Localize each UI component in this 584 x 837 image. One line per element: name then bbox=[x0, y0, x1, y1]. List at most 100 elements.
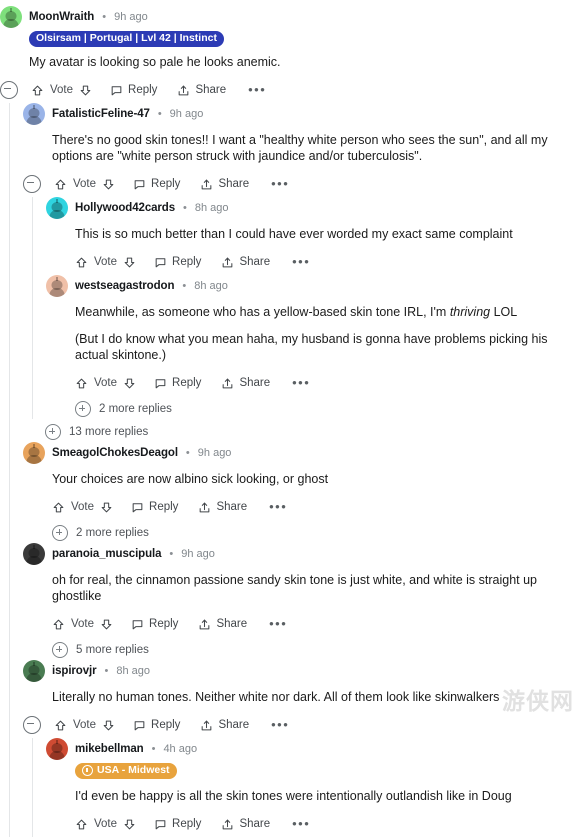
vote-label[interactable]: Vote bbox=[94, 377, 117, 389]
downvote-icon[interactable] bbox=[123, 377, 136, 390]
comment-actions: Vote Reply Share ••• bbox=[23, 712, 584, 738]
user-flair-label: USA - Midwest bbox=[97, 764, 170, 776]
vote-group: Vote bbox=[75, 818, 136, 831]
avatar[interactable] bbox=[23, 442, 45, 464]
reply-button[interactable]: Reply bbox=[133, 178, 180, 191]
downvote-icon[interactable] bbox=[79, 84, 92, 97]
downvote-icon[interactable] bbox=[123, 256, 136, 269]
vote-label[interactable]: Vote bbox=[73, 178, 96, 190]
downvote-icon[interactable] bbox=[100, 501, 113, 514]
comment-paragraph: Your choices are now albino sick looking… bbox=[52, 472, 329, 486]
avatar[interactable] bbox=[23, 103, 45, 125]
upvote-icon[interactable] bbox=[31, 84, 44, 97]
downvote-icon[interactable] bbox=[100, 618, 113, 631]
reply-label: Reply bbox=[151, 719, 181, 731]
reply-button[interactable]: Reply bbox=[110, 84, 157, 97]
reply-button[interactable]: Reply bbox=[131, 618, 178, 631]
collapse-thread-button[interactable] bbox=[23, 175, 41, 193]
comment-body: oh for real, the cinnamon passione sandy… bbox=[23, 565, 584, 606]
avatar[interactable] bbox=[46, 275, 68, 297]
comment-author[interactable]: SmeagolChokesDeagol bbox=[52, 447, 178, 459]
more-actions-icon[interactable]: ••• bbox=[292, 255, 310, 268]
share-button[interactable]: Share bbox=[198, 501, 247, 514]
more-replies-button[interactable]: 5 more replies bbox=[52, 640, 584, 660]
more-actions-icon[interactable]: ••• bbox=[269, 617, 287, 630]
collapse-thread-button[interactable] bbox=[0, 81, 18, 99]
avatar[interactable] bbox=[23, 660, 45, 682]
comment-header: MoonWraith • 9h ago bbox=[0, 6, 584, 28]
comment-author[interactable]: mikebellman bbox=[75, 743, 144, 755]
comment-author[interactable]: ispirovjr bbox=[52, 665, 97, 677]
more-replies-button[interactable]: 2 more replies bbox=[52, 523, 584, 543]
upvote-icon[interactable] bbox=[75, 377, 88, 390]
more-replies-button[interactable]: 2 more replies bbox=[75, 399, 584, 419]
more-actions-icon[interactable]: ••• bbox=[248, 83, 266, 96]
vote-label[interactable]: Vote bbox=[94, 818, 117, 830]
comment-timestamp: 9h ago bbox=[181, 548, 215, 560]
comment-paragraph: There's no good skin tones!! I want a "h… bbox=[52, 133, 548, 163]
meta-separator: • bbox=[182, 280, 187, 292]
comment-author[interactable]: westseagastrodon bbox=[75, 280, 174, 292]
share-button[interactable]: Share bbox=[221, 818, 270, 831]
collapse-thread-button[interactable] bbox=[23, 716, 41, 734]
comment-timestamp: 8h ago bbox=[194, 280, 228, 292]
more-actions-icon[interactable]: ••• bbox=[292, 376, 310, 389]
avatar[interactable] bbox=[0, 6, 22, 28]
share-button[interactable]: Share bbox=[200, 178, 249, 191]
more-actions-icon[interactable]: ••• bbox=[271, 177, 289, 190]
comment-body: This is so much better than I could have… bbox=[46, 219, 584, 244]
vote-label[interactable]: Vote bbox=[71, 501, 94, 513]
avatar[interactable] bbox=[46, 197, 68, 219]
comment-body: I'd even be happy is all the skin tones … bbox=[46, 781, 584, 806]
comment-paragraph: oh for real, the cinnamon passione sandy… bbox=[52, 573, 537, 603]
share-icon bbox=[198, 501, 211, 514]
vote-label[interactable]: Vote bbox=[50, 84, 73, 96]
vote-label[interactable]: Vote bbox=[73, 719, 96, 731]
upvote-icon[interactable] bbox=[54, 178, 67, 191]
downvote-icon[interactable] bbox=[123, 818, 136, 831]
user-flair[interactable]: Olsirsam | Portugal | Lvl 42 | Instinct bbox=[29, 31, 224, 47]
comment-body: There's no good skin tones!! I want a "h… bbox=[23, 125, 584, 166]
comment-header: SmeagolChokesDeagol • 9h ago bbox=[23, 442, 584, 464]
comment-author[interactable]: MoonWraith bbox=[29, 11, 94, 23]
share-button[interactable]: Share bbox=[177, 84, 226, 97]
reply-button[interactable]: Reply bbox=[154, 256, 201, 269]
comment-author[interactable]: FatalisticFeline-47 bbox=[52, 108, 150, 120]
upvote-icon[interactable] bbox=[75, 818, 88, 831]
reply-button[interactable]: Reply bbox=[154, 377, 201, 390]
meta-separator: • bbox=[169, 548, 174, 560]
user-flair[interactable]: USA - Midwest bbox=[75, 763, 177, 779]
more-actions-icon[interactable]: ••• bbox=[269, 500, 287, 513]
comment-actions: Vote Reply Share ••• bbox=[23, 494, 584, 520]
reply-label: Reply bbox=[172, 377, 202, 389]
upvote-icon[interactable] bbox=[52, 618, 65, 631]
share-icon bbox=[198, 618, 211, 631]
downvote-icon[interactable] bbox=[102, 178, 115, 191]
comment: SmeagolChokesDeagol • 9h ago Your choices a… bbox=[23, 442, 584, 543]
comment-author[interactable]: Hollywood42cards bbox=[75, 202, 175, 214]
more-actions-icon[interactable]: ••• bbox=[292, 817, 310, 830]
more-replies-label: 2 more replies bbox=[76, 527, 149, 539]
comment-actions: Vote Reply Share ••• bbox=[46, 249, 584, 275]
avatar[interactable] bbox=[46, 738, 68, 760]
comment-author[interactable]: paranoia_muscipula bbox=[52, 548, 162, 560]
reply-button[interactable]: Reply bbox=[131, 501, 178, 514]
vote-label[interactable]: Vote bbox=[71, 618, 94, 630]
vote-label[interactable]: Vote bbox=[94, 256, 117, 268]
comment-paragraph: This is so much better than I could have… bbox=[75, 227, 513, 241]
reply-button[interactable]: Reply bbox=[154, 818, 201, 831]
upvote-icon[interactable] bbox=[75, 256, 88, 269]
reply-icon bbox=[154, 377, 167, 390]
comment-paragraph: Meanwhile, as someone who has a yellow-b… bbox=[75, 305, 518, 319]
more-replies-button[interactable]: 13 more replies bbox=[45, 422, 584, 442]
avatar[interactable] bbox=[23, 543, 45, 565]
share-button[interactable]: Share bbox=[221, 256, 270, 269]
expand-icon bbox=[52, 642, 68, 658]
reply-list: Hollywood42cards • 8h ago This is so much b… bbox=[32, 197, 584, 419]
comment-paragraph: My avatar is looking so pale he looks an… bbox=[29, 55, 281, 69]
share-button[interactable]: Share bbox=[198, 618, 247, 631]
comment-header: westseagastrodon • 8h ago bbox=[46, 275, 584, 297]
share-button[interactable]: Share bbox=[221, 377, 270, 390]
upvote-icon[interactable] bbox=[52, 501, 65, 514]
more-actions-icon[interactable]: ••• bbox=[271, 718, 289, 731]
